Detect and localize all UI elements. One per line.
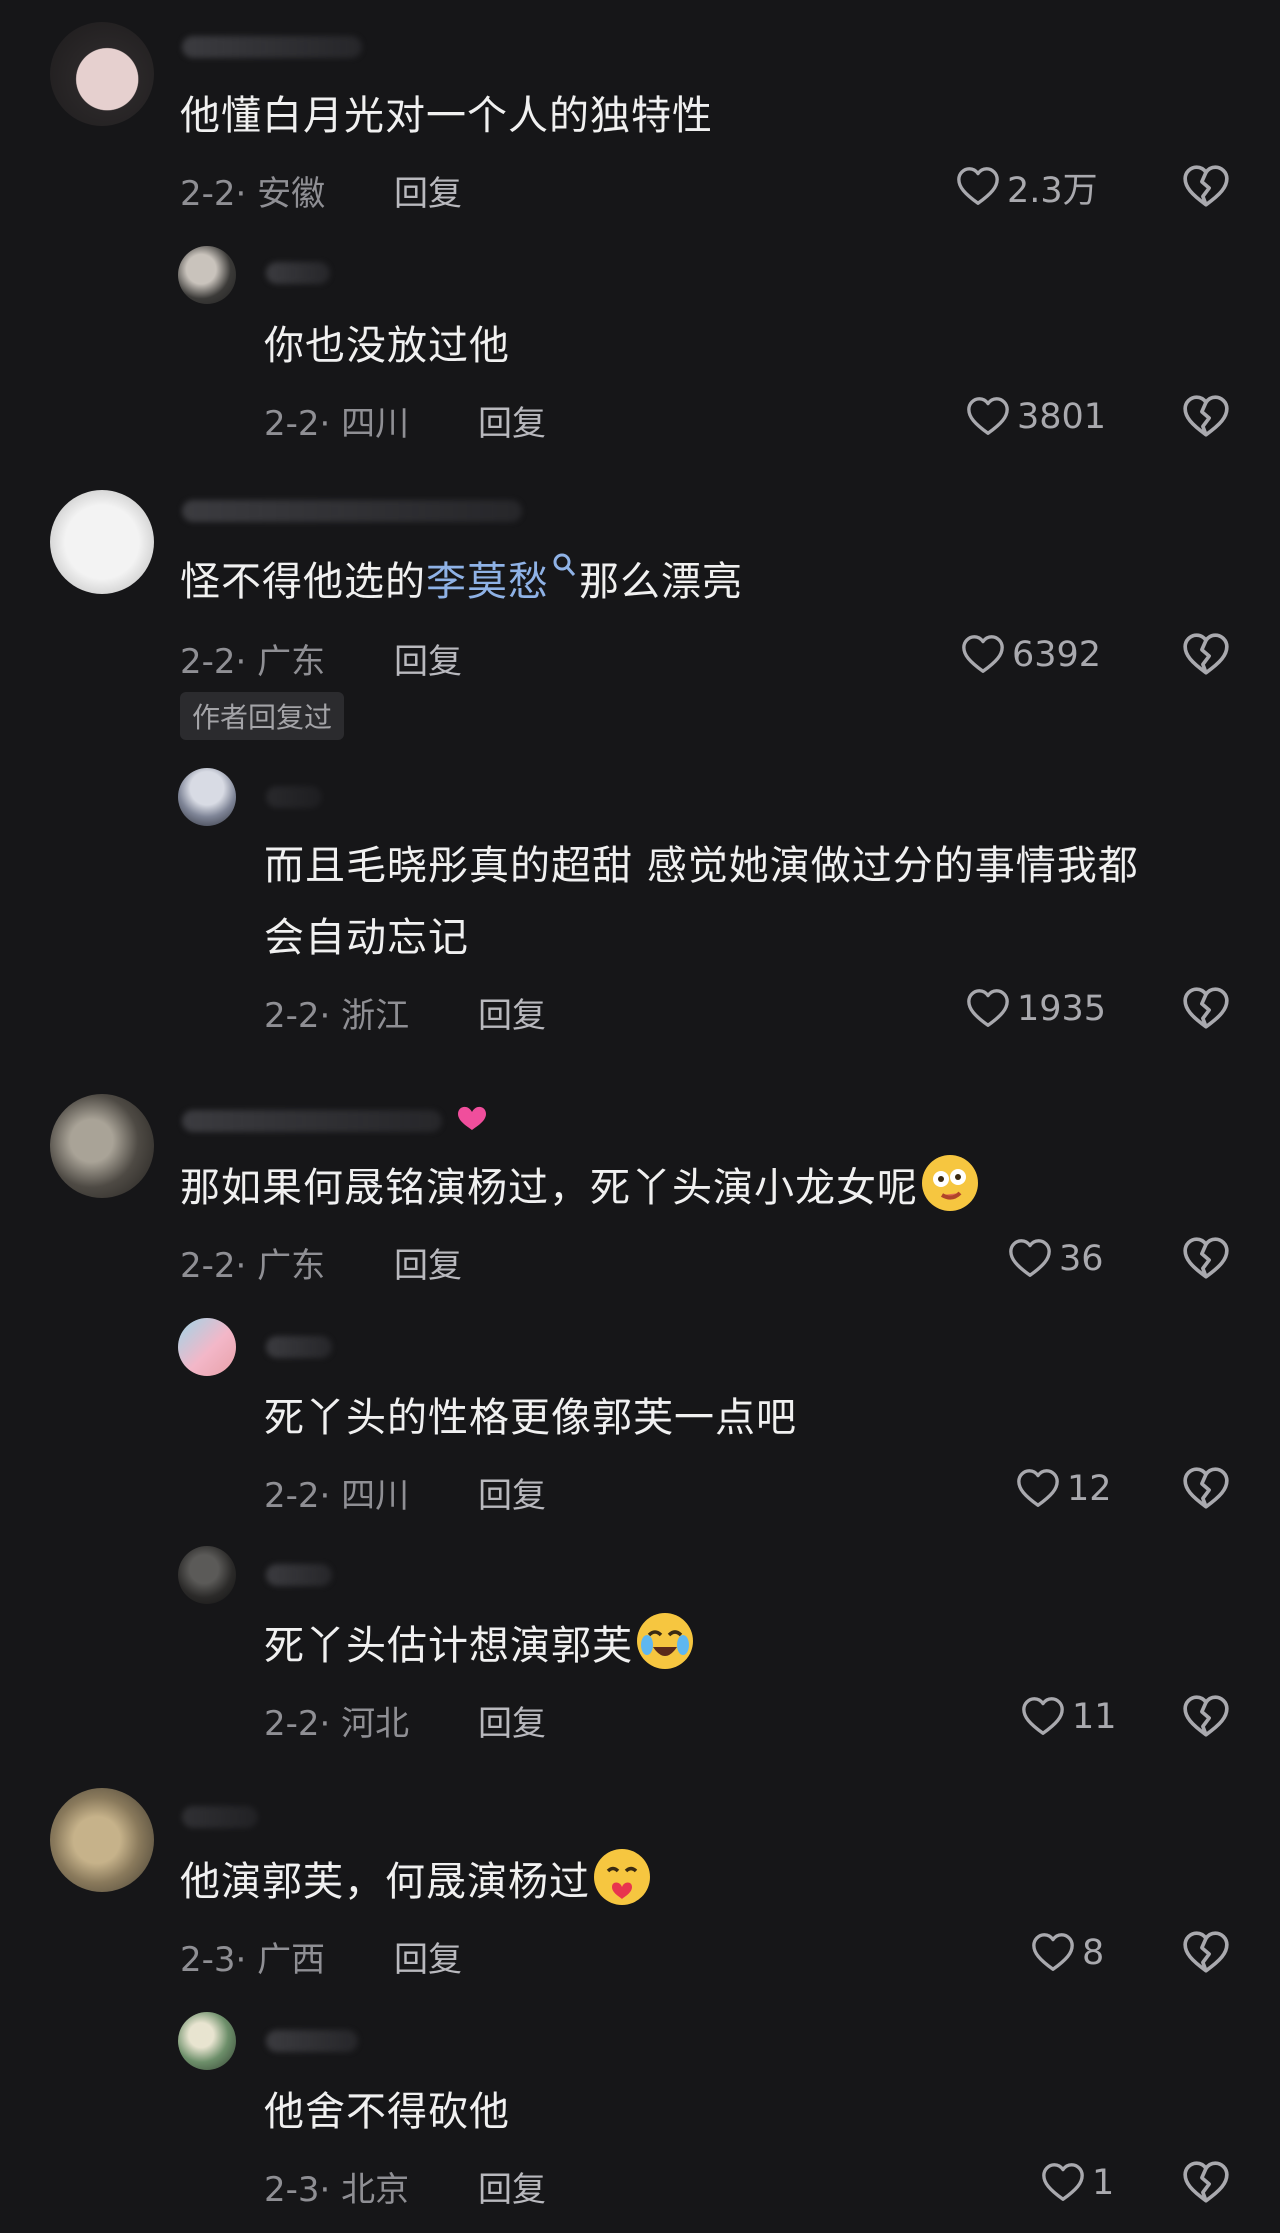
broken-heart-icon[interactable] <box>1181 984 1231 1034</box>
avatar[interactable] <box>178 246 236 304</box>
reply-meta: 2-2· 浙江 <box>264 996 410 1036</box>
like-button[interactable]: 8 <box>1030 1928 1104 1978</box>
comment-meta: 2-2· 广东 <box>180 642 326 682</box>
reply-text-line: 而且毛晓彤真的超甜 感觉她演做过分的事情我都 <box>264 843 1139 889</box>
heart-outline-icon <box>1020 1694 1066 1740</box>
username-blurred[interactable] <box>182 36 362 58</box>
comment-text-part: 他演郭芙，何晟演杨过 <box>180 1859 590 1905</box>
hugging-hearts-emoji-icon <box>594 1849 650 1905</box>
avatar[interactable] <box>50 1788 154 1892</box>
username-blurred[interactable] <box>266 2030 358 2052</box>
like-button[interactable]: 11 <box>1020 1692 1117 1742</box>
like-count: 8 <box>1082 1933 1105 1973</box>
heart-outline-icon <box>1007 1236 1053 1282</box>
reply-meta: 2-2· 河北 <box>264 1704 410 1744</box>
comment-meta: 2-2· 广东 <box>180 1246 326 1286</box>
broken-heart-icon[interactable] <box>1181 630 1231 680</box>
reply-text: 死丫头的性格更像郭芙一点吧 <box>264 1395 797 1441</box>
reply-button[interactable]: 回复 <box>394 166 462 215</box>
reply-button[interactable]: 回复 <box>478 1696 546 1745</box>
comment-text-part: 那么漂亮 <box>579 559 743 605</box>
like-count: 12 <box>1067 1469 1112 1509</box>
reply-text: 他舍不得砍他 <box>264 2089 510 2135</box>
avatar[interactable] <box>178 1546 236 1604</box>
comment-text: 那如果何晟铭演杨过，死丫头演小龙女呢 <box>180 1152 978 1224</box>
like-count: 36 <box>1059 1239 1104 1279</box>
reply-text-part: 死丫头估计想演郭芙 <box>264 1623 633 1669</box>
reply-button[interactable]: 回复 <box>478 988 546 1037</box>
broken-heart-icon[interactable] <box>1181 2158 1231 2208</box>
reply-button[interactable]: 回复 <box>394 1932 462 1981</box>
like-count: 1 <box>1092 2163 1115 2203</box>
heart-outline-icon <box>1040 2160 1086 2206</box>
reply-button[interactable]: 回复 <box>478 396 546 445</box>
crying-laughing-emoji-icon <box>637 1613 693 1669</box>
like-button[interactable]: 1 <box>1040 2158 1114 2208</box>
reply-meta: 2-3· 北京 <box>264 2170 410 2210</box>
avatar[interactable] <box>178 768 236 826</box>
like-count: 1935 <box>1017 989 1107 1029</box>
reply-button[interactable]: 回复 <box>394 634 462 683</box>
comment-text: 他演郭芙，何晟演杨过 <box>180 1846 650 1918</box>
reply-meta: 2-2· 四川 <box>264 404 410 444</box>
like-button[interactable]: 6392 <box>960 630 1101 680</box>
reply-button[interactable]: 回复 <box>394 1238 462 1287</box>
search-link[interactable]: 李莫愁 <box>426 559 549 605</box>
starry-eyes-emoji-icon <box>922 1155 978 1211</box>
broken-heart-icon[interactable] <box>1181 162 1231 212</box>
heart-outline-icon <box>1015 1466 1061 1512</box>
reply-text-line: 会自动忘记 <box>264 915 469 961</box>
heart-outline-icon <box>960 632 1006 678</box>
reply-text: 你也没放过他 <box>264 323 510 369</box>
broken-heart-icon[interactable] <box>1181 1234 1231 1284</box>
like-button[interactable]: 3801 <box>965 392 1106 442</box>
username-blurred[interactable] <box>182 1110 442 1132</box>
avatar[interactable] <box>50 22 154 126</box>
author-replied-badge: 作者回复过 <box>180 692 345 740</box>
comment-text-part: 那如果何晟铭演杨过，死丫头演小龙女呢 <box>180 1165 918 1211</box>
username-blurred[interactable] <box>266 1564 332 1586</box>
like-button[interactable]: 1935 <box>965 984 1106 1034</box>
comment-meta: 2-2· 安徽 <box>180 174 326 214</box>
heart-outline-icon <box>965 394 1011 440</box>
username-blurred[interactable] <box>182 500 522 522</box>
reply-text: 死丫头估计想演郭芙 <box>264 1610 693 1682</box>
comment-text-part: 怪不得他选的 <box>180 559 426 605</box>
like-count: 2.3万 <box>1007 170 1098 211</box>
like-button[interactable]: 12 <box>1015 1464 1112 1514</box>
avatar[interactable] <box>50 490 154 594</box>
broken-heart-icon[interactable] <box>1181 392 1231 442</box>
username-blurred[interactable] <box>266 786 322 808</box>
reply-button[interactable]: 回复 <box>478 2162 546 2211</box>
like-count: 3801 <box>1017 397 1107 437</box>
heart-outline-icon <box>955 164 1001 210</box>
avatar[interactable] <box>178 2012 236 2070</box>
broken-heart-icon[interactable] <box>1181 1692 1231 1742</box>
comment-meta: 2-3· 广西 <box>180 1940 326 1980</box>
username-blurred[interactable] <box>266 262 330 284</box>
heart-outline-icon <box>1030 1930 1076 1976</box>
heart-emoji-icon <box>458 1106 486 1130</box>
broken-heart-icon[interactable] <box>1181 1928 1231 1978</box>
username-blurred[interactable] <box>266 1336 332 1358</box>
like-count: 6392 <box>1012 635 1102 675</box>
like-button[interactable]: 36 <box>1007 1234 1104 1284</box>
avatar[interactable] <box>50 1094 154 1198</box>
search-icon[interactable] <box>551 551 577 581</box>
username-blurred[interactable] <box>182 1806 258 1828</box>
broken-heart-icon[interactable] <box>1181 1464 1231 1514</box>
heart-outline-icon <box>965 986 1011 1032</box>
comment-text: 他懂白月光对一个人的独特性 <box>180 93 713 139</box>
reply-meta: 2-2· 四川 <box>264 1476 410 1516</box>
like-count: 11 <box>1072 1697 1117 1737</box>
avatar[interactable] <box>178 1318 236 1376</box>
like-button[interactable]: 2.3万 <box>955 162 1098 212</box>
reply-button[interactable]: 回复 <box>478 1468 546 1517</box>
comment-text: 怪不得他选的李莫愁 那么漂亮 <box>180 546 743 618</box>
